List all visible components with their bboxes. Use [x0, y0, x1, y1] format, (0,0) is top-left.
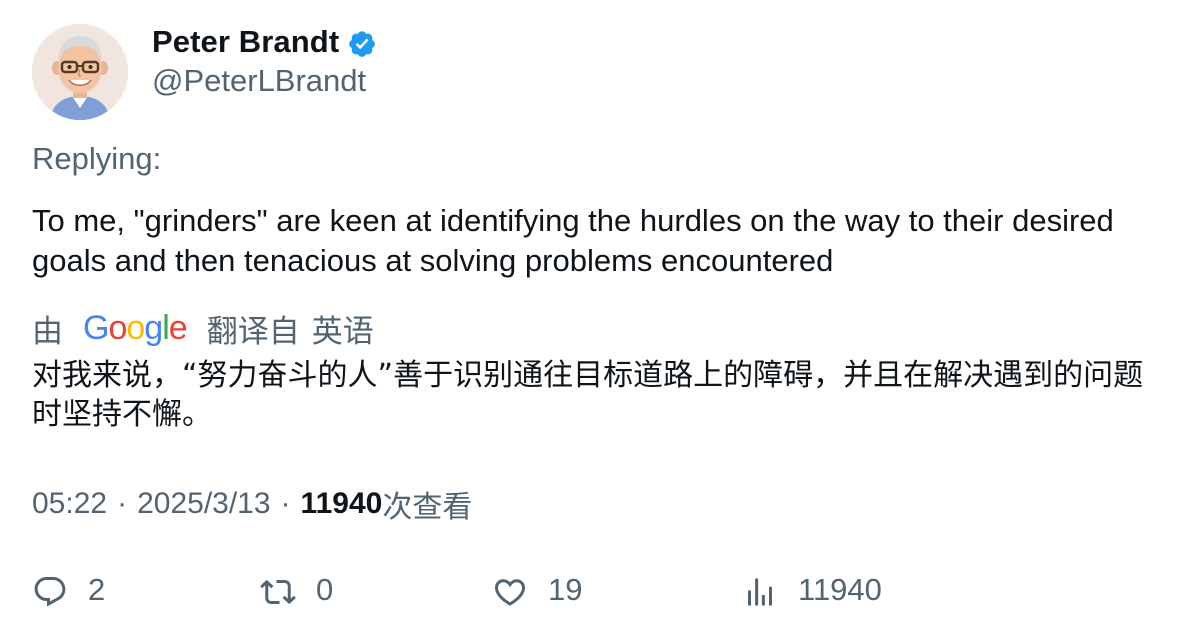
author-name-row[interactable]: Peter Brandt — [152, 22, 377, 62]
verified-badge-icon — [349, 30, 376, 57]
avatar[interactable] — [32, 24, 128, 120]
like-button[interactable]: 19 — [492, 570, 582, 614]
tweet-time[interactable]: 05:22 — [32, 487, 107, 521]
action-bar: 2 0 19 11940 — [32, 570, 1172, 614]
meta-separator: · — [280, 487, 291, 520]
translation-prefix: 由 — [32, 313, 63, 350]
replying-label: Replying: — [32, 141, 162, 176]
source-language: 英语 — [311, 313, 374, 350]
tweet-date[interactable]: 2025/3/13 — [137, 487, 270, 521]
views-label: 次查看 — [382, 490, 473, 525]
like-count: 19 — [548, 572, 583, 607]
avatar-illustration — [32, 24, 128, 120]
meta-separator: · — [117, 487, 128, 520]
translation-attribution[interactable]: 由 Google 翻译自 英语 — [32, 308, 374, 350]
google-logo: Google — [83, 308, 188, 347]
views-count: 11940 — [300, 487, 383, 520]
reply-icon — [34, 577, 66, 607]
views-button[interactable]: 11940 — [742, 570, 882, 614]
author-display-name[interactable]: Peter Brandt — [152, 24, 339, 60]
author-handle[interactable]: @PeterLBrandt — [152, 63, 366, 99]
tweet-meta: 05:22 · 2025/3/13 · 11940 次查看 — [32, 484, 473, 525]
translated-text: 对我来说，“努力奋斗的人”善于识别通往目标道路上的障碍，并且在解决遇到的问题时坚… — [32, 358, 1144, 432]
views-action-count: 11940 — [798, 572, 882, 607]
reply-button[interactable]: 2 — [32, 570, 105, 614]
retweet-icon — [260, 579, 296, 605]
retweet-count: 0 — [316, 572, 334, 607]
reply-count: 2 — [88, 572, 106, 607]
views-chart-icon — [748, 578, 772, 606]
heart-icon — [494, 579, 526, 606]
translated-from-label: 翻译自 — [206, 313, 300, 350]
tweet-text: To me, "grinders" are keen at identifyin… — [32, 203, 1114, 278]
retweet-button[interactable]: 0 — [260, 570, 333, 614]
